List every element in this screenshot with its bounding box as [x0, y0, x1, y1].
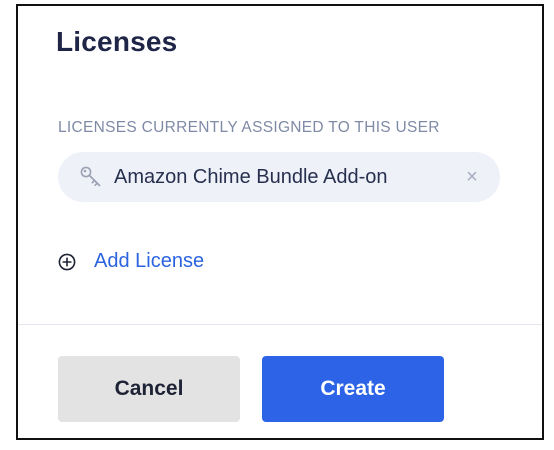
key-icon — [78, 164, 104, 190]
cancel-button[interactable]: Cancel — [58, 356, 240, 422]
add-license-link[interactable]: Add License — [58, 250, 204, 273]
license-chip: Amazon Chime Bundle Add-on × — [58, 152, 500, 202]
add-license-label: Add License — [94, 250, 205, 272]
footer-divider — [18, 324, 542, 325]
assigned-licenses-label: LICENSES CURRENTLY ASSIGNED TO THIS USER — [58, 119, 440, 136]
plus-circle-icon — [58, 253, 76, 271]
create-button[interactable]: Create — [262, 356, 444, 422]
dialog-title: Licenses — [56, 26, 178, 57]
licenses-dialog: Licenses LICENSES CURRENTLY ASSIGNED TO … — [16, 4, 544, 440]
close-icon[interactable]: × — [462, 167, 482, 187]
license-chip-label: Amazon Chime Bundle Add-on — [114, 165, 388, 188]
